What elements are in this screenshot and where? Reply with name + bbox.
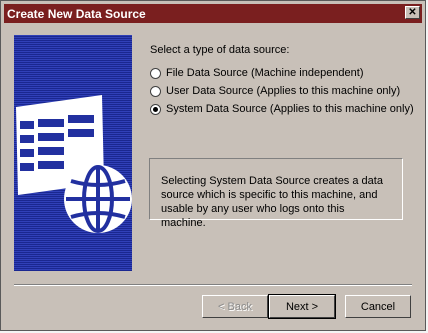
description-box: Selecting System Data Source creates a d… [149, 158, 403, 229]
description-text: Selecting System Data Source creates a d… [161, 175, 383, 229]
radio-file-dsn[interactable]: File Data Source (Machine independent) [150, 67, 364, 79]
radio-button-selected[interactable] [150, 103, 161, 115]
radio-user-dsn[interactable]: User Data Source (Applies to this machin… [150, 85, 400, 97]
radio-system-dsn[interactable]: System Data Source (Applies to this mach… [150, 103, 414, 115]
dialog-window: Create New Data Source ✕ Select a type o… [0, 0, 426, 331]
title-bar[interactable]: Create New Data Source ✕ [4, 4, 422, 23]
window-title: Create New Data Source [7, 6, 146, 21]
back-button[interactable]: < Back [202, 295, 268, 318]
close-button[interactable]: ✕ [405, 6, 420, 19]
radio-label: User Data Source (Applies to this machin… [166, 85, 401, 97]
wizard-banner [14, 35, 132, 271]
close-icon: ✕ [408, 6, 417, 18]
radio-label: File Data Source (Machine independent) [166, 67, 364, 79]
next-button[interactable]: Next > [268, 294, 336, 319]
separator [14, 284, 412, 286]
radio-button[interactable] [150, 67, 161, 79]
radio-label: System Data Source (Applies to this mach… [166, 103, 414, 115]
radio-button[interactable] [150, 85, 161, 97]
prompt-label: Select a type of data source: [150, 44, 290, 56]
cancel-button[interactable]: Cancel [345, 295, 411, 318]
datasource-globe-icon [16, 95, 132, 233]
